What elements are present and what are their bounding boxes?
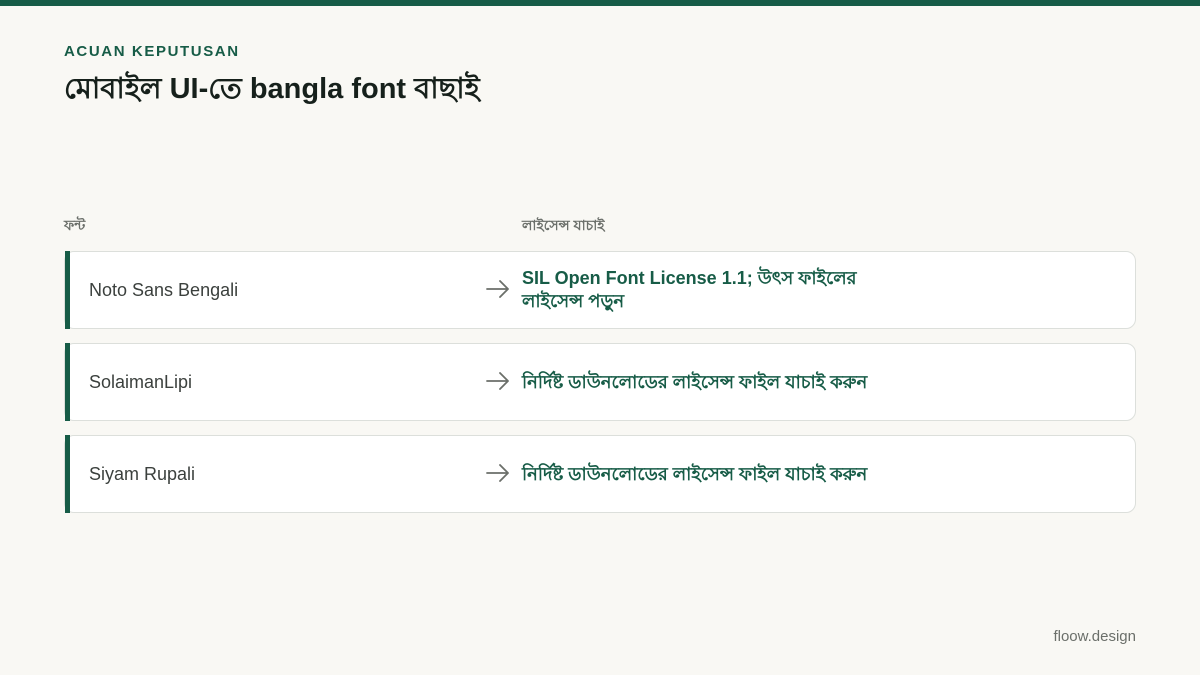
table-row: SolaimanLipi নির্দিষ্ট ডাউনলোডের লাইসেন্… [64,343,1136,421]
font-name-cell: Noto Sans Bengali [89,279,239,300]
page-title: মোবাইল UI-তে bangla font বাছাই [64,73,480,105]
font-name-cell: SolaimanLipi [89,371,193,392]
license-check-cell: SIL Open Font License 1.1; উৎস ফাইলের লা… [522,268,857,311]
row-accent-bar [65,343,70,421]
column-header-license: লাইসেন্স যাচাই [522,217,605,233]
license-check-cell: নির্দিষ্ট ডাউনলোডের লাইসেন্স ফাইল যাচাই … [522,463,868,484]
arrow-right-icon [486,372,509,390]
license-check-cell: নির্দিষ্ট ডাউনলোডের লাইসেন্স ফাইল যাচাই … [522,371,868,392]
top-accent-bar [0,0,1200,6]
eyebrow-label: ACUAN KEPUTUSAN [64,43,240,60]
table-row: Noto Sans Bengali SIL Open Font License … [64,251,1136,329]
font-name-cell: Siyam Rupali [89,463,196,484]
font-license-table: Noto Sans Bengali SIL Open Font License … [64,251,1136,527]
arrow-right-icon [486,464,509,482]
footer-brand: floow.design [1053,628,1136,645]
column-header-font: ফন্ট [64,217,86,233]
arrow-right-icon [486,280,509,298]
row-accent-bar [65,435,70,513]
table-row: Siyam Rupali নির্দিষ্ট ডাউনলোডের লাইসেন্… [64,435,1136,513]
row-accent-bar [65,251,70,329]
